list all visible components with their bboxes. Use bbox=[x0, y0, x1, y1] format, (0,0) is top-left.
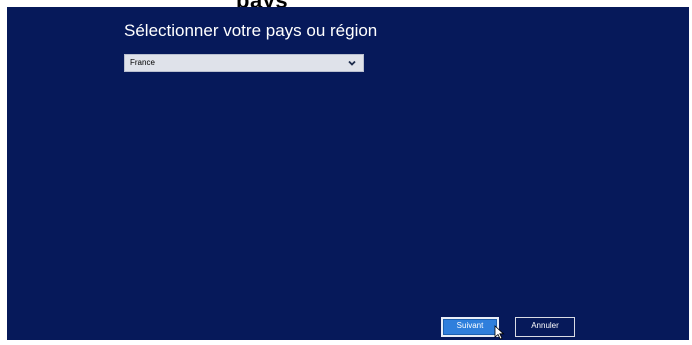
setup-panel: Sélectionner votre pays ou région France… bbox=[7, 7, 689, 340]
next-button[interactable]: Suivant bbox=[441, 317, 499, 337]
country-selected-value: France bbox=[130, 58, 155, 67]
chevron-down-icon bbox=[348, 60, 356, 66]
country-dropdown[interactable]: France bbox=[124, 54, 364, 72]
cancel-button[interactable]: Annuler bbox=[515, 317, 575, 337]
mouse-cursor-icon bbox=[494, 325, 505, 340]
page-title: Sélectionner votre pays ou région bbox=[124, 21, 378, 40]
screen: pays Sélectionner votre pays ou région F… bbox=[0, 0, 692, 345]
